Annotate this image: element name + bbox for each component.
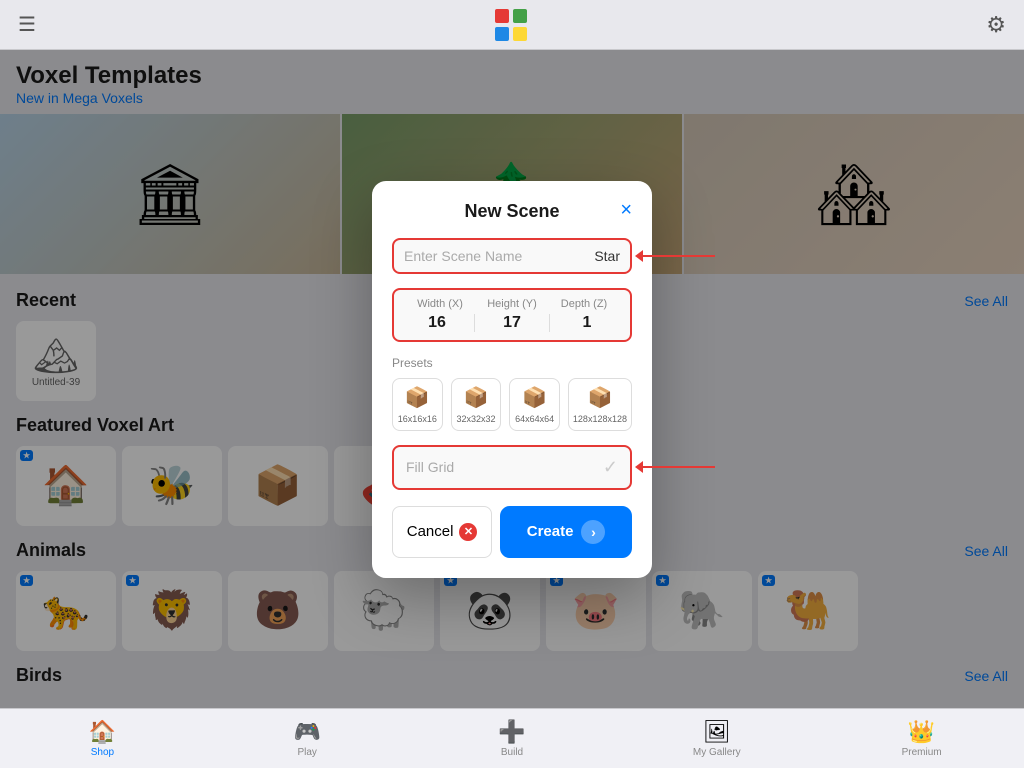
arrow-scene <box>635 250 715 262</box>
premium-icon: 👑 <box>908 719 935 745</box>
bottom-nav: 🏠 Shop 🎮 Play ➕ Build 🖼 My Gallery 👑 Pre… <box>0 708 1024 768</box>
nav-label-shop: Shop <box>91 747 114 758</box>
preset-icon-16: 📦 <box>405 385 430 410</box>
logo-svg <box>493 7 529 43</box>
fill-grid-label: Fill Grid <box>406 459 454 475</box>
fill-grid-field[interactable]: Fill Grid ✓ <box>392 445 632 490</box>
presets-row: 📦 16x16x16 📦 32x32x32 📦 64x64x64 📦 128x1… <box>392 378 632 431</box>
top-bar: ☰ ⚙ <box>0 0 1024 50</box>
build-icon: ➕ <box>498 719 525 745</box>
arrow-fill <box>635 461 715 473</box>
nav-item-shop[interactable]: 🏠 Shop <box>0 719 205 758</box>
nav-item-build[interactable]: ➕ Build <box>410 719 615 758</box>
depth-label: Depth (Z) <box>548 298 620 310</box>
dimensions-section: Width (X) Height (Y) Depth (Z) 16 17 1 <box>392 288 632 342</box>
create-button[interactable]: Create › <box>500 506 632 558</box>
scene-name-field[interactable]: Enter Scene Name Star <box>392 238 632 274</box>
play-icon: 🎮 <box>293 719 320 745</box>
content-area: Voxel Templates New in Mega Voxels 🏛 🌲 🏘… <box>0 50 1024 708</box>
app-logo <box>493 7 529 43</box>
cancel-button[interactable]: Cancel ✕ <box>392 506 492 558</box>
fill-grid-check: ✓ <box>603 457 618 478</box>
preset-128[interactable]: 📦 128x128x128 <box>568 378 632 431</box>
dim-divider-1 <box>474 314 475 332</box>
depth-value[interactable]: 1 <box>554 314 620 332</box>
preset-label-128: 128x128x128 <box>573 414 627 424</box>
preset-label-64: 64x64x64 <box>515 414 554 424</box>
gallery-icon: 🖼 <box>703 719 731 745</box>
action-row: Cancel ✕ Create › <box>392 506 632 558</box>
cancel-x-icon: ✕ <box>459 523 477 541</box>
dim-labels: Width (X) Height (Y) Depth (Z) <box>404 298 620 310</box>
nav-label-play: Play <box>297 747 316 758</box>
nav-label-build: Build <box>501 747 523 758</box>
scene-name-placeholder: Enter Scene Name <box>404 248 522 264</box>
presets-label: Presets <box>392 356 632 370</box>
nav-label-gallery: My Gallery <box>693 747 741 758</box>
height-label: Height (Y) <box>476 298 548 310</box>
nav-item-premium[interactable]: 👑 Premium <box>819 719 1024 758</box>
create-arrow-icon: › <box>581 520 605 544</box>
preset-icon-32: 📦 <box>464 385 489 410</box>
nav-item-gallery[interactable]: 🖼 My Gallery <box>614 719 819 758</box>
dim-divider-2 <box>549 314 550 332</box>
preset-16[interactable]: 📦 16x16x16 <box>392 378 443 431</box>
height-value[interactable]: 17 <box>479 314 545 332</box>
modal-overlay: New Scene × Enter Scene Name Star Width … <box>0 50 1024 708</box>
create-label: Create <box>527 523 574 540</box>
width-label: Width (X) <box>404 298 476 310</box>
cancel-label: Cancel <box>407 523 454 540</box>
preset-icon-64: 📦 <box>522 385 547 410</box>
shop-icon: 🏠 <box>89 719 116 745</box>
nav-item-play[interactable]: 🎮 Play <box>205 719 410 758</box>
modal-close-button[interactable]: × <box>620 199 632 222</box>
modal-header: New Scene × <box>392 201 632 222</box>
preset-icon-128: 📦 <box>588 385 613 410</box>
preset-32[interactable]: 📦 32x32x32 <box>451 378 502 431</box>
preset-64[interactable]: 📦 64x64x64 <box>509 378 560 431</box>
dim-values: 16 17 1 <box>404 314 620 332</box>
settings-icon[interactable]: ⚙ <box>986 12 1006 38</box>
preset-label-16: 16x16x16 <box>398 414 437 424</box>
nav-label-premium: Premium <box>902 747 942 758</box>
scene-name-value: Star <box>594 248 620 264</box>
width-value[interactable]: 16 <box>404 314 470 332</box>
hamburger-icon[interactable]: ☰ <box>18 12 36 37</box>
new-scene-modal: New Scene × Enter Scene Name Star Width … <box>372 181 652 578</box>
modal-title: New Scene <box>464 201 559 222</box>
preset-label-32: 32x32x32 <box>456 414 495 424</box>
